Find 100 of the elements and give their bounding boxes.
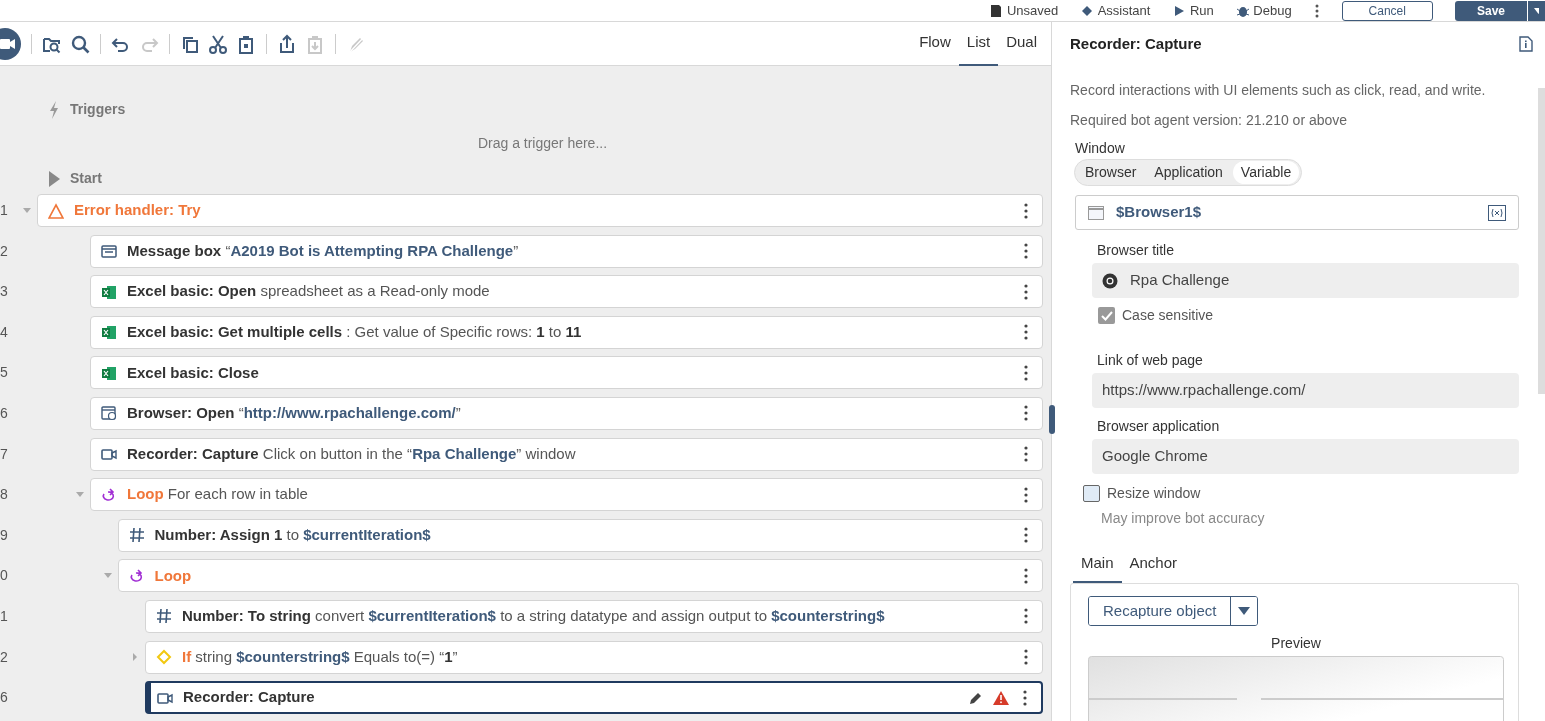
export-icon[interactable] [277, 33, 297, 54]
description-text: Record interactions with UI elements such as click, read, and write. [1070, 81, 1487, 100]
pencil-icon[interactable] [969, 690, 983, 705]
clipboard-icon[interactable] [236, 33, 256, 54]
more-icon[interactable] [1024, 364, 1028, 381]
step-card[interactable]: Message box “A2019 Bot is Attempting RPA Challenge” [90, 234, 1043, 268]
more-icon[interactable] [1024, 527, 1028, 544]
line-number: 9 [0, 525, 9, 545]
more-icon[interactable] [1024, 283, 1028, 300]
line-number: 8 [0, 485, 9, 505]
hint-text: May improve bot accuracy [1101, 509, 1266, 528]
search-icon[interactable] [70, 33, 90, 54]
document-icon [989, 3, 1004, 18]
step-card[interactable]: Excel basic: Close [90, 356, 1043, 390]
step-text: Error handler: Try [74, 200, 202, 221]
panel-tab[interactable]: Main [1073, 548, 1122, 583]
more-icon[interactable] [1024, 608, 1028, 625]
more-icon[interactable] [1024, 405, 1028, 422]
checkbox-label: Case sensitive [1122, 306, 1214, 325]
more-icon[interactable] [1024, 567, 1028, 584]
warning-triangle-icon [48, 202, 64, 219]
view-tab[interactable]: Flow [911, 20, 959, 67]
checkbox-label: Resize window [1107, 484, 1201, 503]
resize-handle[interactable] [1049, 405, 1055, 434]
step-card[interactable]: Recorder: Capture [145, 681, 1043, 715]
step-card[interactable]: Recorder: Capture Click on button in the “Rpa Challenge” window [90, 437, 1043, 471]
segment-option[interactable]: Application [1146, 161, 1231, 184]
segment-option[interactable]: Browser [1077, 161, 1145, 184]
step-text: Number: To string convert $currentIteration$ to a string datatype and assign output to $counterstring$ [182, 606, 886, 627]
run-label[interactable]: Run [1189, 0, 1214, 21]
more-icon[interactable] [1313, 2, 1320, 19]
scrollbar[interactable] [1538, 88, 1545, 394]
line-number: 1 [0, 201, 9, 220]
line-number: 6 [0, 403, 9, 423]
field-label: Browser application [1096, 417, 1221, 436]
assistant-label[interactable]: Assistant [1097, 0, 1151, 21]
save-button[interactable]: Save [1454, 0, 1527, 21]
step-card[interactable]: Number: Assign 1 to $currentIteration$ [117, 518, 1043, 552]
drop-hint: Drag a trigger here... [476, 134, 609, 153]
checkbox[interactable] [1083, 485, 1100, 502]
hash-icon [128, 527, 145, 544]
field-label: Browser title [1096, 241, 1176, 260]
variable-field[interactable]: $Browser1$ [1075, 195, 1519, 230]
step-text: Recorder: Capture [183, 687, 316, 708]
more-icon[interactable] [1024, 324, 1028, 341]
spreadsheet-icon [101, 283, 117, 300]
variable-name: $Browser1$ [1116, 202, 1203, 223]
start-label: Start [70, 169, 102, 188]
step-card[interactable]: Excel basic: Open spreadsheet as a Read-only mode [90, 275, 1043, 309]
step-card[interactable]: If string $counterstring$ Equals to(=) “1” [145, 640, 1043, 674]
panel-tab[interactable]: Anchor [1121, 548, 1186, 583]
debug-label[interactable]: Debug [1253, 0, 1292, 21]
more-icon[interactable] [1024, 243, 1028, 260]
more-icon[interactable] [1023, 689, 1027, 706]
field-label: Link of web page [1096, 351, 1204, 370]
more-icon[interactable] [1024, 202, 1028, 219]
diamond-icon [1080, 3, 1095, 18]
dropdown-button[interactable] [1230, 596, 1258, 625]
line-number: 7 [0, 444, 9, 464]
step-card[interactable]: Loop For each row in table [90, 478, 1043, 512]
preview-label: Preview [1270, 634, 1322, 653]
checkbox[interactable] [1098, 307, 1115, 324]
save-menu-button[interactable] [1527, 0, 1545, 21]
step-text: Browser: Open “http://www.rpachallenge.com/” [127, 403, 462, 424]
spreadsheet-icon [101, 364, 117, 381]
cancel-button[interactable]: Cancel [1341, 0, 1433, 21]
camera-icon [101, 446, 117, 463]
unsaved-label[interactable]: Unsaved [1006, 0, 1059, 21]
panel-title: Recorder: Capture [1070, 33, 1202, 54]
camera-icon[interactable] [0, 27, 21, 60]
link-field[interactable]: https://www.rpachallenge.com/ [1092, 373, 1519, 408]
browser-application-field[interactable]: Google Chrome [1092, 439, 1519, 474]
line-number: 5 [0, 363, 9, 383]
window-label: Window [1074, 139, 1126, 158]
hash-icon [156, 608, 172, 625]
more-icon[interactable] [1024, 446, 1028, 463]
line-number: 1 [0, 606, 9, 626]
caret-icon[interactable] [1238, 606, 1251, 615]
lightning-icon [48, 100, 60, 119]
line-number: 2 [0, 241, 9, 261]
step-card[interactable]: Excel basic: Get multiple cells : Get value of Specific rows: 1 to 11 [90, 315, 1043, 349]
step-card[interactable]: Browser: Open “http://www.rpachallenge.com/” [90, 396, 1043, 430]
triggers-label: Triggers [70, 100, 126, 119]
more-icon[interactable] [1024, 649, 1028, 666]
play-icon [48, 170, 60, 187]
variable-icon[interactable] [1488, 204, 1506, 221]
loop-icon [101, 486, 117, 503]
browser-title-field[interactable]: Rpa Challenge [1092, 263, 1519, 298]
line-number: 6 [0, 688, 9, 708]
segment-option[interactable]: Variable [1232, 161, 1300, 184]
step-text: Excel basic: Open spreadsheet as a Read-only mode [127, 281, 491, 302]
step-text: Number: Assign 1 to $currentIteration$ [154, 525, 432, 545]
caret-icon[interactable] [1534, 7, 1539, 14]
info-icon[interactable] [1519, 36, 1533, 52]
step-card[interactable]: Number: To string convert $currentIteration$ to a string datatype and assign output to $counterstring$ [145, 599, 1043, 633]
scissors-icon[interactable] [208, 33, 228, 54]
step-text: Recorder: Capture Click on button in the “Rpa Challenge” window [127, 443, 577, 464]
view-tab[interactable]: Dual [998, 20, 1045, 67]
step-text: Excel basic: Get multiple cells : Get value of Specific rows: 1 to 11 [127, 322, 583, 343]
more-icon[interactable] [1024, 486, 1028, 503]
